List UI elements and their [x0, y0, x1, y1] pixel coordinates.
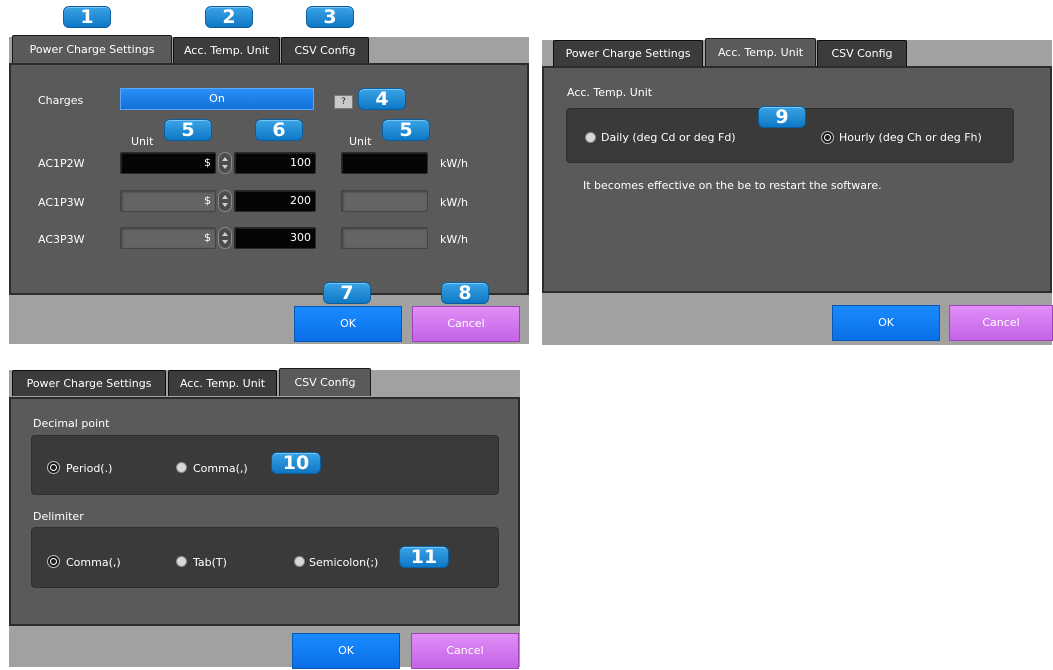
ok-button[interactable]: OK [832, 305, 940, 341]
callout-badge-7: 7 [323, 282, 371, 304]
tab-acc-temp-unit[interactable]: Acc. Temp. Unit [168, 370, 277, 396]
charges-toggle[interactable]: On [120, 88, 314, 110]
cancel-button[interactable]: Cancel [411, 633, 519, 669]
hourly-radio[interactable] [822, 132, 833, 143]
callout-badge-11: 11 [399, 546, 449, 568]
kwh-unit-label: kW/h [440, 233, 468, 246]
temp-group-title: Acc. Temp. Unit [567, 86, 653, 99]
charge-value-field[interactable]: 300 [234, 227, 316, 249]
csv-config-panel: Power Charge Settings Acc. Temp. Unit CS… [9, 368, 520, 667]
tab-csv-config[interactable]: CSV Config [279, 368, 371, 396]
charge-value-field[interactable]: 100 [234, 152, 316, 174]
daily-label: Daily (deg Cd or deg Fd) [601, 131, 736, 144]
callout-badge-2: 2 [205, 6, 253, 28]
restart-note: It becomes effective on the be to restar… [583, 179, 882, 192]
ok-button[interactable]: OK [292, 633, 400, 669]
kwh-unit-label: kW/h [440, 196, 468, 209]
tab-delimiter-radio[interactable] [176, 556, 187, 567]
tab-power-charge-settings[interactable]: Power Charge Settings [12, 370, 166, 396]
row-name: AC3P3W [38, 233, 85, 246]
value-spinner[interactable] [218, 190, 232, 212]
callout-badge-8: 8 [441, 282, 489, 304]
row-name: AC1P2W [38, 157, 85, 170]
comma-delimiter-radio[interactable] [48, 556, 59, 567]
callout-badge-6: 6 [255, 119, 303, 141]
semicolon-delimiter-label: Semicolon(;) [309, 556, 379, 569]
kwh-field[interactable] [341, 152, 428, 174]
kwh-field[interactable] [341, 190, 428, 212]
ok-button[interactable]: OK [294, 306, 402, 342]
callout-badge-5: 5 [164, 119, 212, 141]
unit-field[interactable]: $ [120, 227, 216, 249]
tab-csv-config[interactable]: CSV Config [281, 37, 369, 63]
row-name: AC1P3W [38, 196, 85, 209]
tab-power-charge-settings[interactable]: Power Charge Settings [553, 40, 703, 66]
csv-config-body [9, 397, 520, 626]
unit-header-left: Unit [131, 135, 154, 148]
callout-badge-1: 1 [63, 6, 111, 28]
comma-delimiter-label: Comma(,) [66, 556, 121, 569]
delimiter-title: Delimiter [33, 510, 84, 523]
kwh-unit-label: kW/h [440, 157, 468, 170]
callout-badge-10: 10 [271, 452, 321, 474]
cancel-button[interactable]: Cancel [412, 306, 520, 342]
period-radio[interactable] [48, 462, 59, 473]
callout-badge-3: 3 [306, 6, 354, 28]
value-spinner[interactable] [218, 227, 232, 249]
cancel-button[interactable]: Cancel [949, 305, 1053, 341]
tab-acc-temp-unit[interactable]: Acc. Temp. Unit [705, 38, 816, 66]
charge-value-field[interactable]: 200 [234, 190, 316, 212]
semicolon-delimiter-radio[interactable] [294, 556, 305, 567]
daily-radio[interactable] [585, 132, 596, 143]
unit-field[interactable]: $ [120, 190, 216, 212]
tab-csv-config[interactable]: CSV Config [817, 40, 907, 66]
tab-acc-temp-unit[interactable]: Acc. Temp. Unit [173, 37, 280, 63]
comma-decimal-label: Comma(,) [193, 462, 248, 475]
unit-header-right: Unit [349, 135, 372, 148]
comma-decimal-radio[interactable] [176, 462, 187, 473]
tab-delimiter-label: Tab(T) [193, 556, 227, 569]
unit-field[interactable]: $ [120, 152, 216, 174]
kwh-field[interactable] [341, 227, 428, 249]
callout-badge-5b: 5 [382, 119, 430, 141]
period-label: Period(.) [66, 462, 113, 475]
decimal-point-title: Decimal point [33, 417, 110, 430]
callout-badge-4: 4 [358, 88, 406, 110]
help-button[interactable]: ? [334, 95, 353, 109]
value-spinner[interactable] [218, 152, 232, 174]
tab-power-charge-settings[interactable]: Power Charge Settings [12, 35, 172, 63]
charges-label: Charges [38, 94, 84, 107]
hourly-label: Hourly (deg Ch or deg Fh) [839, 131, 982, 144]
callout-badge-9: 9 [758, 106, 806, 128]
